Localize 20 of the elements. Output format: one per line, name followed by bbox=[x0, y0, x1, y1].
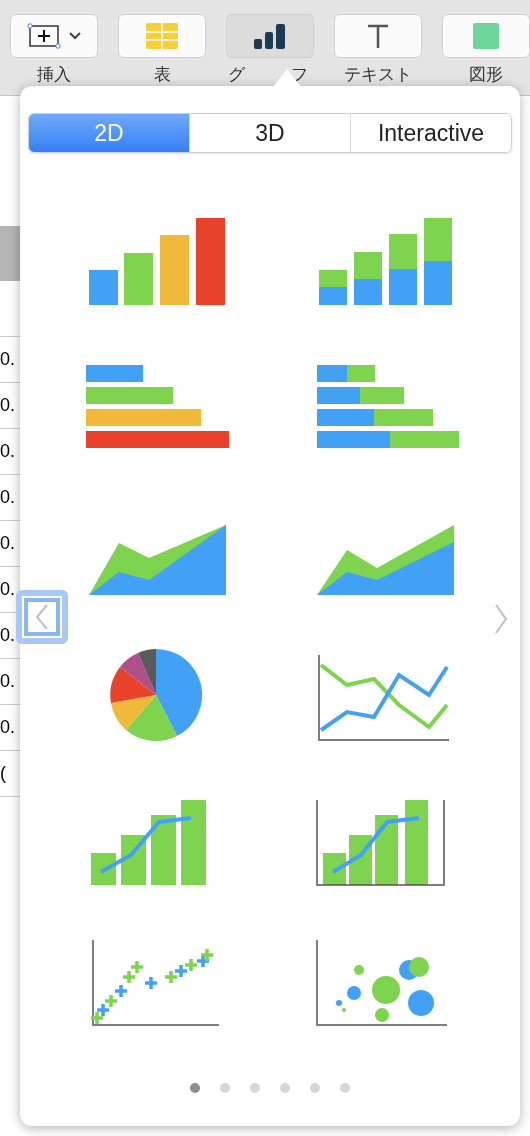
header-row bbox=[0, 226, 20, 281]
toolbar-label-part: グ bbox=[228, 66, 245, 83]
toolbar-label: 表 bbox=[153, 66, 171, 83]
text-icon bbox=[366, 23, 390, 49]
table-icon bbox=[146, 23, 178, 49]
toolbar-label: 図形 bbox=[469, 66, 503, 83]
previous-button[interactable] bbox=[16, 590, 68, 644]
chevron-right-icon[interactable] bbox=[494, 604, 508, 634]
toolbar-label-part: フ bbox=[291, 66, 308, 83]
toolbar-button[interactable] bbox=[334, 14, 422, 58]
toolbar-label: 挿入 bbox=[37, 66, 71, 83]
add-box-icon bbox=[27, 23, 61, 49]
square-shape-icon bbox=[473, 23, 499, 49]
tab[interactable]: 3D bbox=[190, 114, 351, 152]
chevron-down-icon bbox=[69, 32, 81, 40]
toolbar-label: テキスト bbox=[344, 66, 412, 83]
chevron-left-icon bbox=[35, 604, 49, 630]
toolbar-button[interactable] bbox=[10, 14, 98, 58]
tab[interactable]: Interactive bbox=[351, 114, 511, 152]
toolbar-button[interactable] bbox=[226, 14, 314, 58]
